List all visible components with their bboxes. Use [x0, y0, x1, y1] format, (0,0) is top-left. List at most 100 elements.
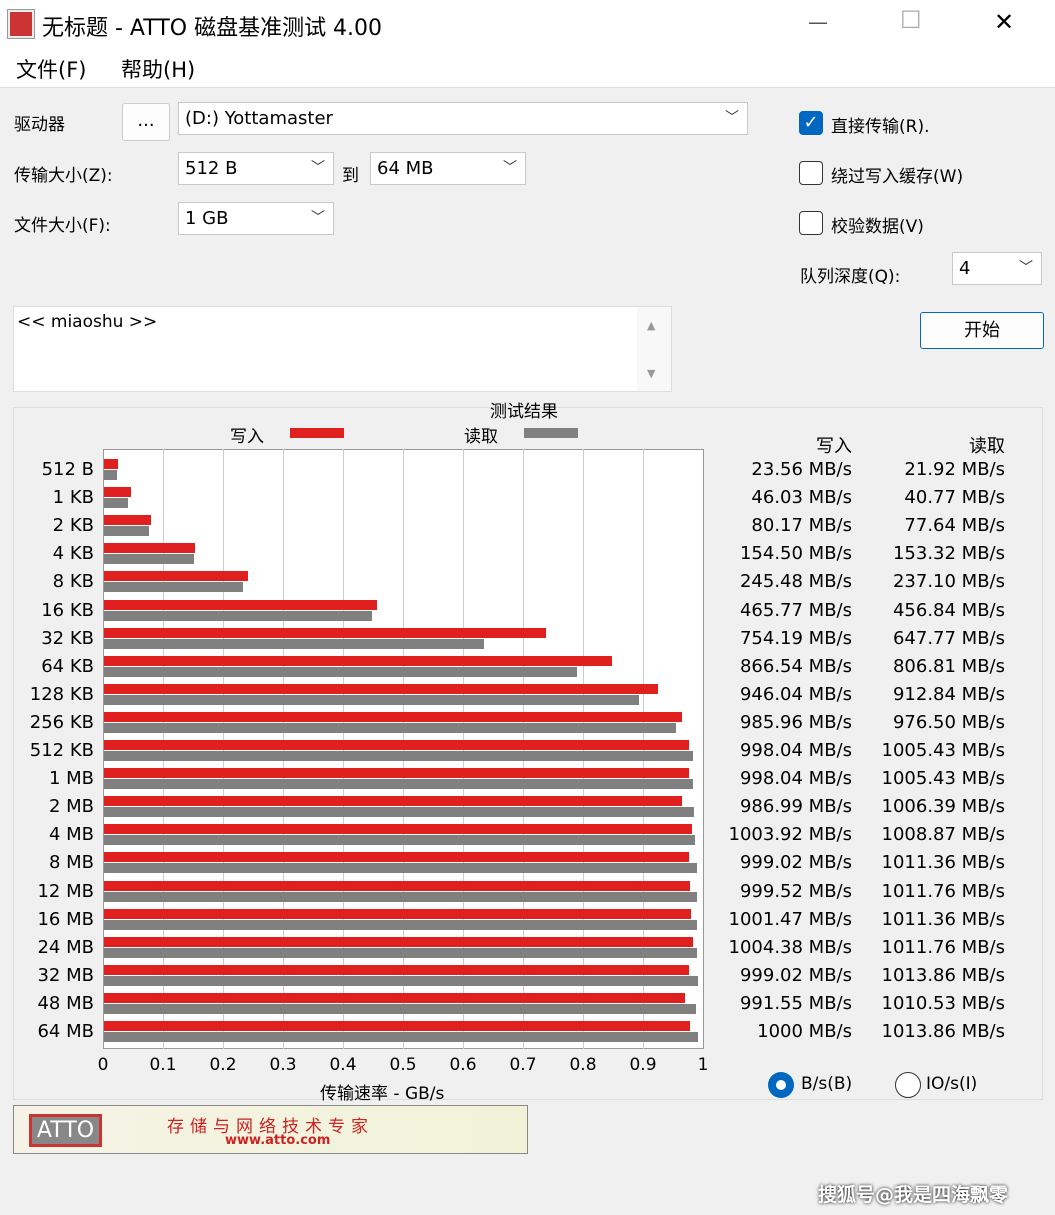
write-bar [104, 992, 685, 1003]
x-tick-label: 0.6 [449, 1055, 477, 1075]
bypass-cache-checkbox[interactable] [799, 161, 823, 185]
write-bar [104, 908, 691, 919]
read-result: 237.10 MB/s [892, 571, 1005, 593]
file-size-select[interactable]: 1 GB ﹀ [178, 202, 334, 235]
write-bar [104, 880, 690, 891]
read-bar [104, 779, 694, 790]
atto-logo: ATTO [29, 1114, 102, 1147]
write-result: 80.17 MB/s [751, 515, 852, 537]
read-bar [104, 498, 128, 509]
write-bar [104, 936, 693, 947]
start-button[interactable]: 开始 [920, 312, 1044, 349]
transfer-from-select[interactable]: 512 B ﹀ [178, 152, 334, 185]
menu-bar: 文件(F) 帮助(H) [0, 48, 1055, 88]
write-bar [104, 964, 690, 975]
transfer-to-select[interactable]: 64 MB ﹀ [370, 152, 526, 185]
x-axis-label: 传输速率 - GB/s [320, 1084, 445, 1104]
chevron-down-icon: ﹀ [311, 160, 325, 176]
unit-bs-radio[interactable] [768, 1072, 794, 1098]
write-result: 1003.92 MB/s [728, 824, 852, 846]
legend-write-swatch [290, 428, 344, 438]
unit-bs-label: B/s(B) [801, 1074, 853, 1094]
write-result: 465.77 MB/s [739, 599, 852, 621]
read-result: 976.50 MB/s [892, 711, 1005, 733]
write-result: 23.56 MB/s [751, 459, 852, 480]
chevron-down-icon: ﹀ [725, 110, 739, 126]
read-result: 1006.39 MB/s [881, 796, 1005, 818]
category-label: 2 MB [48, 796, 94, 818]
read-bar [104, 582, 243, 593]
legend-read-swatch [524, 428, 578, 438]
unit-ios-radio[interactable] [895, 1072, 921, 1098]
write-bar [104, 711, 682, 722]
write-result: 999.02 MB/s [739, 852, 852, 874]
category-label: 24 MB [37, 936, 94, 958]
write-bar [104, 515, 151, 526]
close-button[interactable]: ✕ [994, 8, 1014, 36]
category-label: 4 KB [52, 543, 94, 565]
write-result: 245.48 MB/s [739, 571, 852, 593]
direct-io-checkbox[interactable]: ✓ [799, 111, 823, 135]
write-bar [104, 768, 689, 779]
bypass-cache-label: 绕过写入缓存(W) [831, 167, 964, 187]
category-label: 2 KB [52, 515, 94, 537]
minimize-button[interactable]: — [808, 10, 828, 34]
transfer-from-value: 512 B [185, 158, 238, 179]
drive-value: (D:) Yottamaster [185, 108, 333, 129]
queue-depth-select[interactable]: 4 ﹀ [952, 252, 1042, 285]
write-result: 154.50 MB/s [739, 543, 852, 565]
write-result: 991.55 MB/s [739, 992, 852, 1014]
x-tick-label: 1 [697, 1055, 709, 1075]
x-tick-label: 0.3 [269, 1055, 297, 1075]
write-bar [104, 852, 690, 863]
read-bar [104, 722, 677, 733]
maximize-button[interactable]: ☐ [900, 6, 922, 34]
browse-button[interactable]: ... [122, 103, 170, 141]
transfer-to-value: 64 MB [377, 158, 434, 179]
category-label: 64 MB [37, 1021, 94, 1042]
read-header: 读取 [969, 436, 1005, 457]
category-label: 1 MB [48, 768, 94, 790]
read-result: 647.77 MB/s [892, 627, 1005, 649]
read-result: 1010.53 MB/s [881, 992, 1005, 1014]
read-bar [104, 526, 150, 537]
x-tick-label: 0.9 [629, 1055, 657, 1075]
menu-file[interactable]: 文件(F) [16, 54, 86, 84]
read-bar [104, 863, 697, 874]
category-label: 512 B [41, 459, 94, 480]
chevron-down-icon: ﹀ [503, 160, 517, 176]
category-label: 8 MB [48, 852, 94, 874]
atto-banner[interactable]: ATTO 存储与网络技术专家 www.atto.com [13, 1105, 528, 1154]
write-bar [104, 487, 131, 498]
read-bar [104, 835, 696, 846]
verify-checkbox[interactable] [799, 211, 823, 235]
category-label: 256 KB [29, 711, 94, 733]
scrollbar[interactable]: ▲ ▼ [637, 307, 671, 391]
drive-label: 驱动器 [14, 115, 65, 135]
verify-label: 校验数据(V) [831, 217, 924, 237]
scroll-down-icon[interactable]: ▼ [647, 367, 655, 380]
results-title: 测试结果 [490, 402, 558, 422]
drive-select[interactable]: (D:) Yottamaster ﹀ [178, 102, 748, 135]
write-bar [104, 683, 659, 694]
write-result: 754.19 MB/s [739, 627, 852, 649]
menu-help[interactable]: 帮助(H) [121, 54, 195, 84]
description-textarea[interactable]: << miaoshu >> ▲ ▼ [13, 306, 672, 392]
read-result: 806.81 MB/s [892, 655, 1005, 677]
write-result: 999.52 MB/s [739, 880, 852, 902]
read-result: 77.64 MB/s [904, 515, 1005, 537]
read-bar [104, 666, 577, 677]
write-bar [104, 599, 377, 610]
read-bar [104, 610, 372, 621]
read-bar [104, 975, 699, 986]
category-label: 32 KB [41, 627, 94, 649]
write-bar [104, 627, 546, 638]
write-bar [104, 459, 118, 469]
category-label: 32 MB [37, 964, 94, 986]
read-result: 1013.86 MB/s [881, 1021, 1005, 1042]
read-result: 1011.76 MB/s [881, 880, 1005, 902]
read-bar [104, 1003, 697, 1014]
category-label: 1 KB [52, 487, 94, 509]
read-bar [104, 947, 697, 958]
scroll-up-icon[interactable]: ▲ [647, 319, 655, 332]
